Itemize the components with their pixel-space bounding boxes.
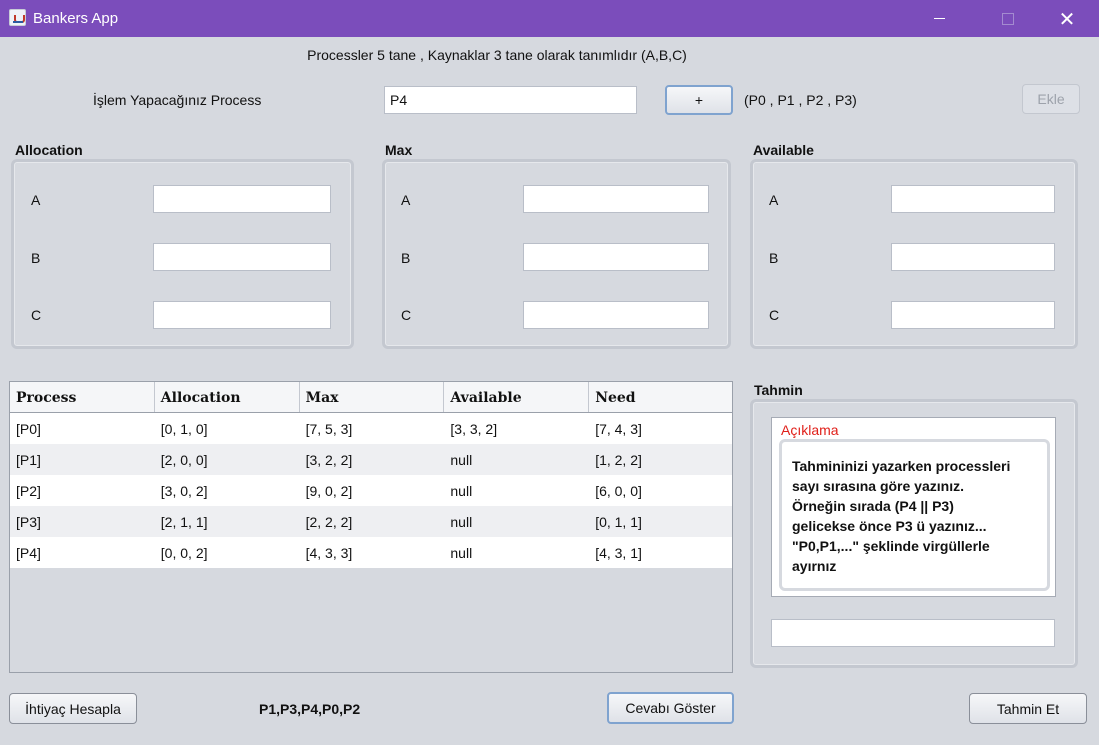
- table-cell: [3, 0, 2]: [160, 483, 208, 499]
- allocation-c-input[interactable]: [153, 301, 331, 329]
- table-cell: [7, 4, 3]: [595, 421, 642, 437]
- close-button[interactable]: ✕: [1044, 0, 1090, 37]
- description-line: sayı sırasına göre yazınız.: [792, 478, 964, 494]
- minimize-button[interactable]: [916, 0, 962, 37]
- description-line: "P0,P1,..." şeklinde virgüllerle: [792, 538, 990, 554]
- process-table[interactable]: Process Allocation Max Available Need [P…: [9, 381, 733, 673]
- java-app-icon: [9, 9, 26, 26]
- table-cell: [0, 1, 1]: [595, 514, 642, 530]
- process-hint: (P0 , P1 , P2 , P3): [744, 92, 857, 108]
- available-b-input[interactable]: [891, 243, 1055, 271]
- table-cell: [9, 0, 2]: [305, 483, 353, 499]
- ekle-button[interactable]: Ekle: [1022, 84, 1080, 114]
- table-cell: [2, 0, 0]: [160, 452, 208, 468]
- table-cell: null: [450, 545, 473, 561]
- show-answer-button[interactable]: Cevabı Göster: [607, 692, 734, 724]
- available-title: Available: [753, 142, 814, 158]
- add-process-plus-button[interactable]: +: [665, 85, 733, 115]
- guess-button[interactable]: Tahmin Et: [969, 693, 1087, 724]
- max-a-input[interactable]: [523, 185, 709, 213]
- max-c-label: C: [401, 307, 412, 323]
- process-label: İşlem Yapacağınız Process: [93, 92, 262, 108]
- allocation-b-label: B: [31, 250, 41, 266]
- description-line: gelicekse önce P3 ü yazınız...: [792, 518, 987, 534]
- title-bar: Bankers App ✕: [0, 0, 1099, 37]
- table-cell: [3, 3, 2]: [450, 421, 498, 437]
- table-header: Process Allocation Max Available Need: [10, 382, 732, 413]
- table-row[interactable]: [P0] [0, 1, 0] [7, 5, 3] [3, 3, 2] [7, 4…: [10, 413, 732, 444]
- column-header-available[interactable]: Available: [444, 382, 590, 412]
- max-a-label: A: [401, 192, 411, 208]
- table-row[interactable]: [P1] [2, 0, 0] [3, 2, 2] null [1, 2, 2]: [10, 444, 732, 475]
- max-b-input[interactable]: [523, 243, 709, 271]
- allocation-title: Allocation: [15, 142, 83, 158]
- max-b-label: B: [401, 250, 411, 266]
- description-text: Tahmininizi yazarken processleri sayı sı…: [779, 439, 1050, 591]
- allocation-a-label: A: [31, 192, 41, 208]
- table-cell: [1, 2, 2]: [595, 452, 642, 468]
- column-header-max[interactable]: Max: [300, 382, 445, 412]
- guess-title: Tahmin: [754, 382, 803, 398]
- header-info-text: Processler 5 tane , Kaynaklar 3 tane ola…: [307, 47, 687, 63]
- description-box: Açıklama Tahmininizi yazarken processler…: [771, 417, 1056, 597]
- column-header-process[interactable]: Process: [10, 382, 155, 412]
- available-c-label: C: [769, 307, 780, 323]
- max-title: Max: [385, 142, 413, 158]
- max-c-input[interactable]: [523, 301, 709, 329]
- calculate-need-button[interactable]: İhtiyaç Hesapla: [9, 693, 137, 724]
- description-line: Örneğin sırada (P4 || P3): [792, 498, 954, 514]
- table-cell: [4, 3, 1]: [595, 545, 642, 561]
- maximize-button[interactable]: [985, 0, 1031, 37]
- available-c-input[interactable]: [891, 301, 1055, 329]
- window-title: Bankers App: [33, 10, 119, 27]
- answer-text: P1,P3,P4,P0,P2: [259, 701, 361, 717]
- table-cell: [P2]: [16, 483, 41, 499]
- table-cell: [2, 1, 1]: [160, 514, 208, 530]
- guess-input[interactable]: [771, 619, 1055, 647]
- description-title: Açıklama: [781, 422, 839, 438]
- available-a-label: A: [769, 192, 779, 208]
- column-header-allocation[interactable]: Allocation: [155, 382, 300, 412]
- table-cell: null: [450, 514, 473, 530]
- table-cell: [4, 3, 3]: [305, 545, 353, 561]
- column-header-need[interactable]: Need: [589, 382, 732, 412]
- table-cell: null: [450, 483, 473, 499]
- description-line: Tahmininizi yazarken processleri: [792, 458, 1011, 474]
- table-cell: [3, 2, 2]: [305, 452, 353, 468]
- available-b-label: B: [769, 250, 779, 266]
- allocation-b-input[interactable]: [153, 243, 331, 271]
- table-row[interactable]: [P4] [0, 0, 2] [4, 3, 3] null [4, 3, 1]: [10, 537, 732, 568]
- table-cell: [7, 5, 3]: [305, 421, 353, 437]
- table-row[interactable]: [P3] [2, 1, 1] [2, 2, 2] null [0, 1, 1]: [10, 506, 732, 537]
- table-cell: [2, 2, 2]: [305, 514, 353, 530]
- table-cell: [P0]: [16, 421, 41, 437]
- table-cell: [P1]: [16, 452, 41, 468]
- table-cell: [0, 1, 0]: [160, 421, 208, 437]
- table-cell: [P3]: [16, 514, 41, 530]
- table-cell: [6, 0, 0]: [595, 483, 642, 499]
- allocation-a-input[interactable]: [153, 185, 331, 213]
- description-line: ayırnız: [792, 558, 837, 574]
- table-cell: [0, 0, 2]: [160, 545, 208, 561]
- process-input[interactable]: [384, 86, 637, 114]
- table-row[interactable]: [P2] [3, 0, 2] [9, 0, 2] null [6, 0, 0]: [10, 475, 732, 506]
- table-cell: null: [450, 452, 473, 468]
- available-a-input[interactable]: [891, 185, 1055, 213]
- table-cell: [P4]: [16, 545, 41, 561]
- allocation-c-label: C: [31, 307, 42, 323]
